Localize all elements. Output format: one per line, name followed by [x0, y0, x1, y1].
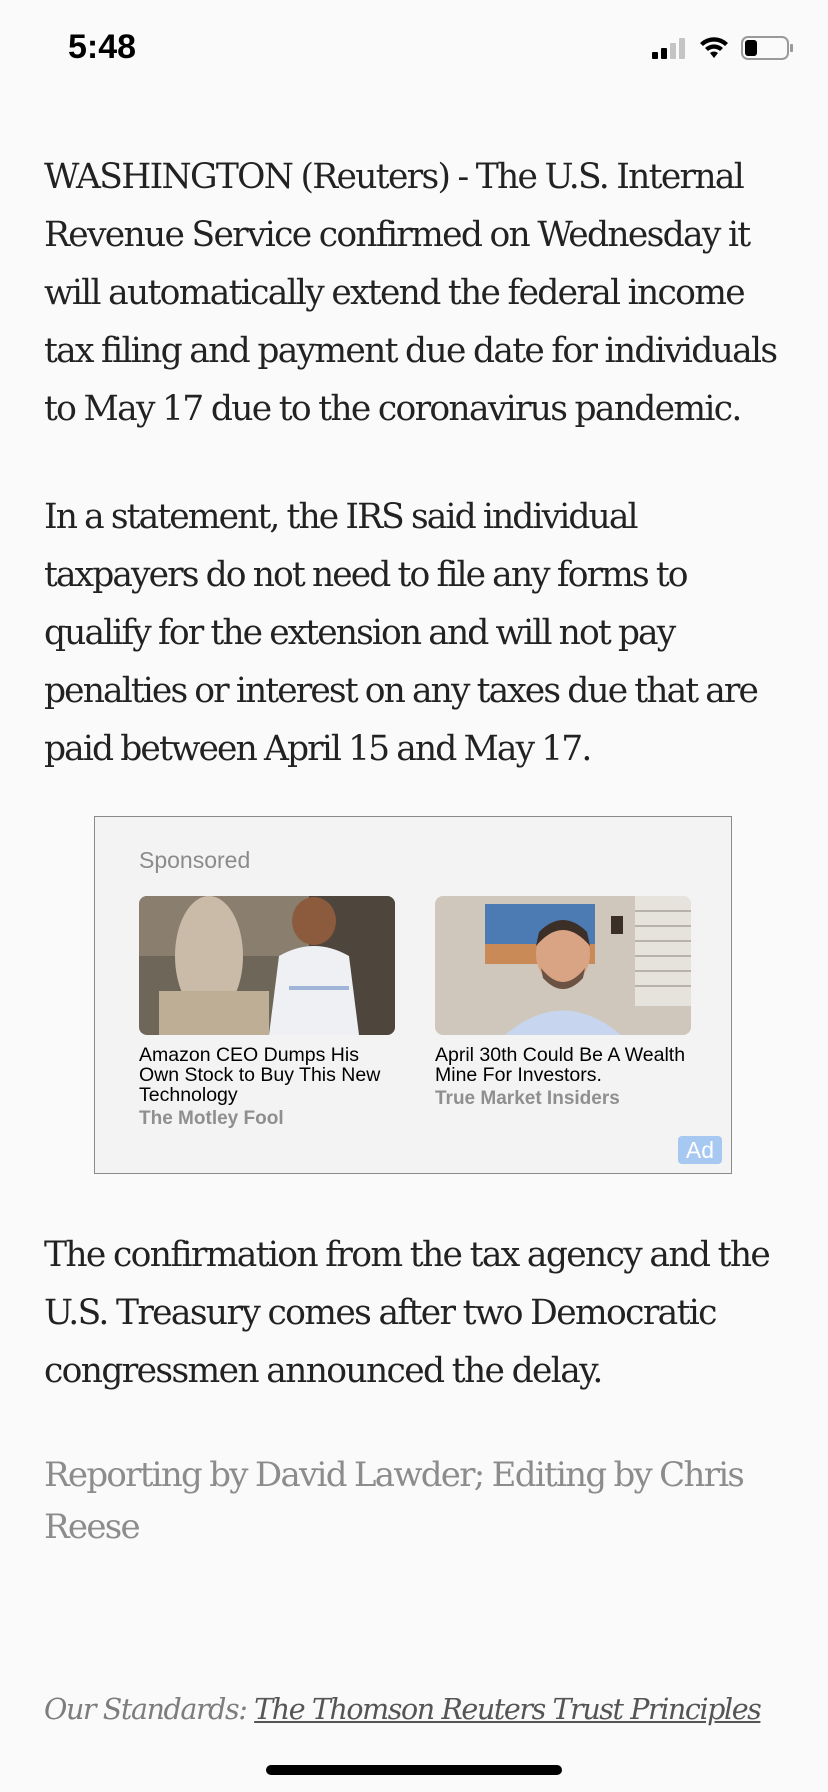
ad-card[interactable]: April 30th Could Be A Wealth Mine For In… — [435, 896, 691, 1110]
sponsored-label: Sponsored — [139, 847, 251, 873]
trust-principles-link[interactable]: The Thomson Reuters Trust Principles — [254, 1693, 762, 1726]
wifi-icon — [700, 37, 728, 58]
article-body-continued: The confirmation from the tax agency and… — [44, 1226, 780, 1400]
ad-source: True Market Insiders — [435, 1088, 620, 1109]
article-paragraph-3: The confirmation from the tax agency and… — [44, 1235, 771, 1391]
ad-headline[interactable]: April 30th Could Be A Wealth Mine For In… — [435, 1045, 691, 1085]
article-paragraph-2: In a statement, the IRS said individual … — [44, 497, 759, 769]
article-body: WASHINGTON (Reuters) - The U.S. Internal… — [44, 148, 780, 778]
cellular-signal-icon — [652, 38, 685, 59]
ad-image-couple[interactable] — [139, 896, 395, 1035]
ad-image-man-portrait[interactable] — [435, 896, 691, 1035]
ad-card[interactable]: Amazon CEO Dumps His Own Stock to Buy Th… — [139, 896, 395, 1130]
article-paragraph-1: WASHINGTON (Reuters) - The U.S. Internal… — [44, 157, 778, 429]
home-indicator[interactable] — [266, 1765, 562, 1775]
sponsored-ad-unit: Sponsored Amazon CEO Dumps His Own Stock… — [94, 816, 732, 1174]
status-bar: 5:48 — [0, 0, 828, 100]
ad-badge[interactable]: Ad — [677, 1136, 722, 1164]
standards-line: Our Standards: The Thomson Reuters Trust… — [44, 1693, 804, 1726]
battery-low-icon — [741, 36, 793, 60]
byline: Reporting by David Lawder; Editing by Ch… — [44, 1455, 745, 1547]
ad-source: The Motley Fool — [139, 1108, 284, 1129]
standards-label: Our Standards: — [44, 1693, 248, 1726]
ad-headline[interactable]: Amazon CEO Dumps His Own Stock to Buy Th… — [139, 1045, 395, 1105]
status-time: 5:48 — [68, 28, 137, 66]
